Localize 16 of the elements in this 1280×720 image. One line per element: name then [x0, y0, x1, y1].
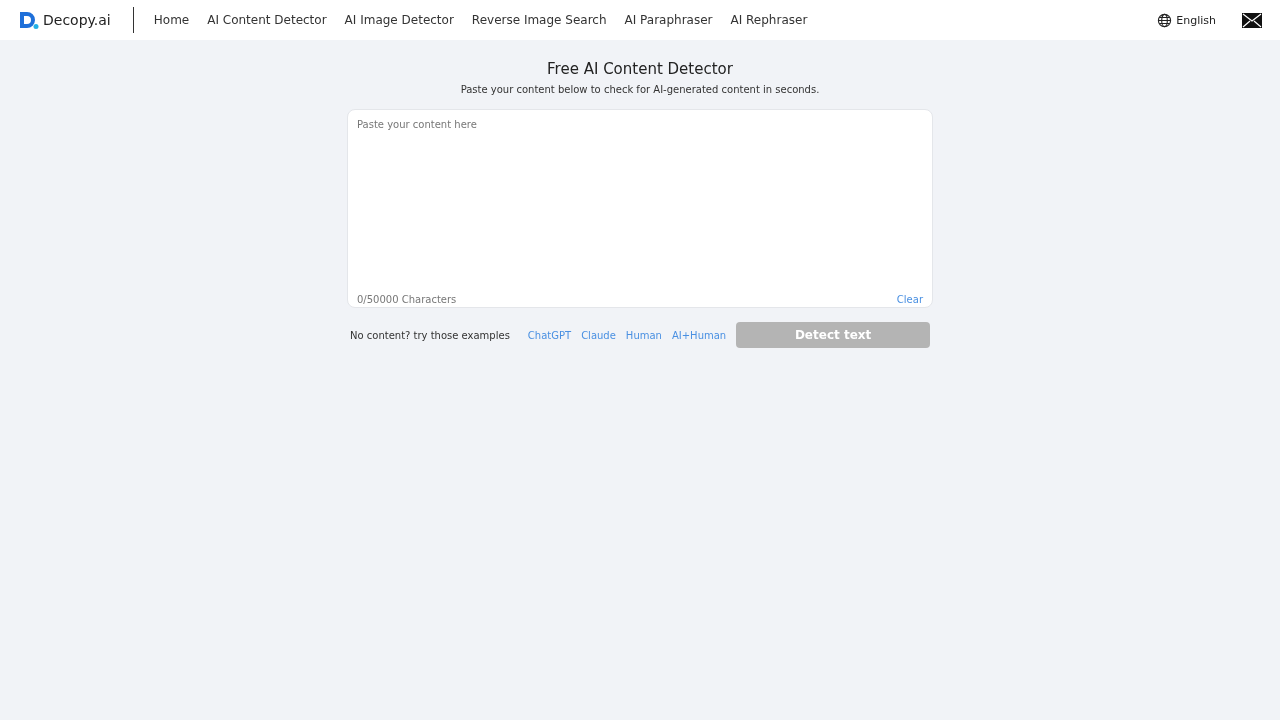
examples-label: No content? try those examples [350, 329, 510, 341]
character-counter: 0/50000 Characters [357, 293, 457, 305]
nav-link[interactable]: Reverse Image Search [471, 13, 607, 27]
nav-link[interactable]: AI Paraphraser [624, 13, 713, 27]
globe-icon [1157, 12, 1173, 28]
page-title: Free AI Content Detector [547, 60, 733, 78]
page-subtitle: Paste your content below to check for AI-generated content in seconds. [460, 84, 820, 95]
nav-link[interactable]: AI Image Detector [344, 13, 454, 27]
nav-link[interactable]: AI Rephraser [730, 13, 808, 27]
logo-icon[interactable] [18, 10, 40, 30]
nav-link[interactable]: Home [153, 13, 190, 27]
logo-text[interactable]: Decopy.ai [43, 12, 111, 28]
mail-icon[interactable] [1242, 12, 1262, 28]
nav-link[interactable]: AI Content Detector [207, 13, 327, 27]
content-textarea[interactable]: Paste your content here 0/50000 Characters Clear [347, 109, 933, 308]
language-selector[interactable]: English [1157, 12, 1216, 28]
